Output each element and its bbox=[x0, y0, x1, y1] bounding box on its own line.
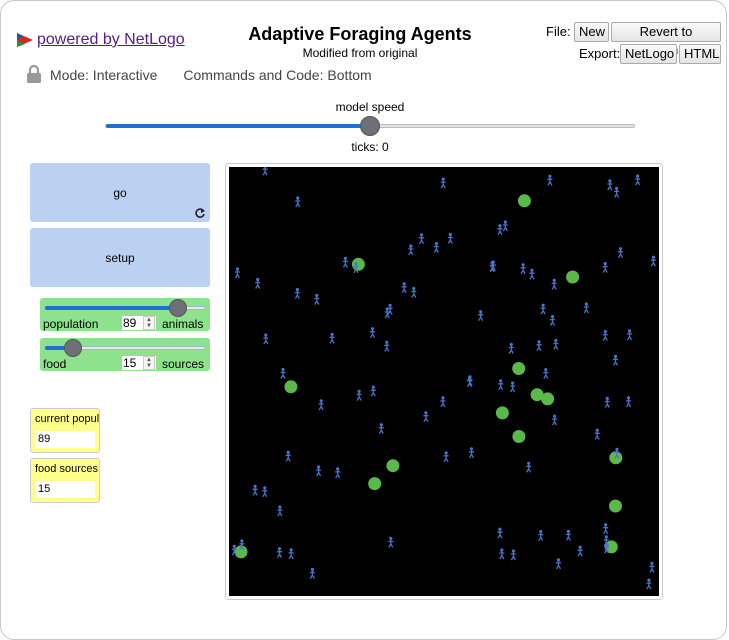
go-button[interactable]: go bbox=[30, 163, 210, 222]
food-sources-monitor: food sources 15 bbox=[30, 458, 100, 503]
food-sources-monitor-value: 15 bbox=[35, 481, 95, 498]
world-view[interactable] bbox=[229, 167, 659, 596]
current-population-monitor-value: 89 bbox=[35, 431, 95, 448]
food-slider-label: food bbox=[43, 357, 67, 371]
go-button-label: go bbox=[113, 185, 127, 200]
food-source bbox=[512, 430, 526, 443]
mode-text: Mode: Interactive bbox=[50, 66, 158, 83]
food-source bbox=[566, 270, 580, 284]
food-source bbox=[512, 362, 526, 375]
food-source bbox=[368, 477, 382, 491]
export-label: Export: bbox=[579, 46, 621, 61]
mode-bar: Mode: Interactive Commands and Code: Bot… bbox=[26, 65, 372, 84]
population-slider-fill bbox=[45, 306, 180, 310]
current-population-monitor: current popul 89 bbox=[30, 408, 100, 453]
speed-slider-fill bbox=[106, 124, 371, 128]
population-slider-label: population bbox=[43, 317, 99, 331]
food-source bbox=[495, 406, 509, 420]
current-population-monitor-label: current popul bbox=[35, 413, 100, 425]
netlogo-logo-icon bbox=[17, 33, 33, 47]
file-label: File: bbox=[546, 24, 571, 39]
population-units: animals bbox=[162, 317, 204, 331]
food-source bbox=[609, 499, 622, 513]
food-units: sources bbox=[162, 357, 205, 371]
food-sources-monitor-label: food sources bbox=[35, 463, 98, 475]
revert-button[interactable]: Revert to Original bbox=[611, 22, 721, 57]
model-title: Adaptive Foraging Agents bbox=[248, 24, 472, 44]
food-slider-thumb[interactable] bbox=[64, 339, 83, 357]
food-source bbox=[541, 392, 555, 406]
powered-by-text[interactable]: powered by NetLogo bbox=[37, 31, 185, 49]
new-button[interactable]: New bbox=[574, 22, 609, 42]
food-source bbox=[517, 194, 531, 208]
export-html-button[interactable]: HTML bbox=[679, 44, 721, 64]
export-netlogo-button[interactable]: NetLogo bbox=[620, 44, 677, 64]
speed-label: model speed bbox=[335, 100, 405, 114]
food-source bbox=[284, 380, 298, 394]
powered-by-netlogo-link[interactable]: powered by NetLogo bbox=[15, 31, 185, 49]
lock-icon[interactable] bbox=[26, 65, 42, 84]
population-spinner[interactable]: ▲ ▼ bbox=[143, 316, 155, 330]
speed-slider-thumb[interactable] bbox=[360, 116, 380, 136]
population-slider-thumb[interactable] bbox=[169, 299, 188, 317]
commands-position-text[interactable]: Commands and Code: Bottom bbox=[183, 67, 371, 83]
food-source bbox=[351, 257, 365, 271]
food-spinner[interactable]: ▲ ▼ bbox=[143, 356, 155, 370]
food-slider[interactable]: food 15 ▲ ▼ sources bbox=[40, 338, 210, 371]
setup-button[interactable]: setup bbox=[30, 228, 210, 287]
forever-icon bbox=[195, 208, 205, 218]
model-subtitle: Modified from original bbox=[302, 46, 418, 60]
population-slider[interactable]: population 89 ▲ ▼ animals bbox=[40, 298, 210, 331]
food-source bbox=[386, 459, 400, 473]
setup-button-label: setup bbox=[105, 250, 135, 265]
ticks-counter: ticks: 0 bbox=[351, 140, 389, 154]
